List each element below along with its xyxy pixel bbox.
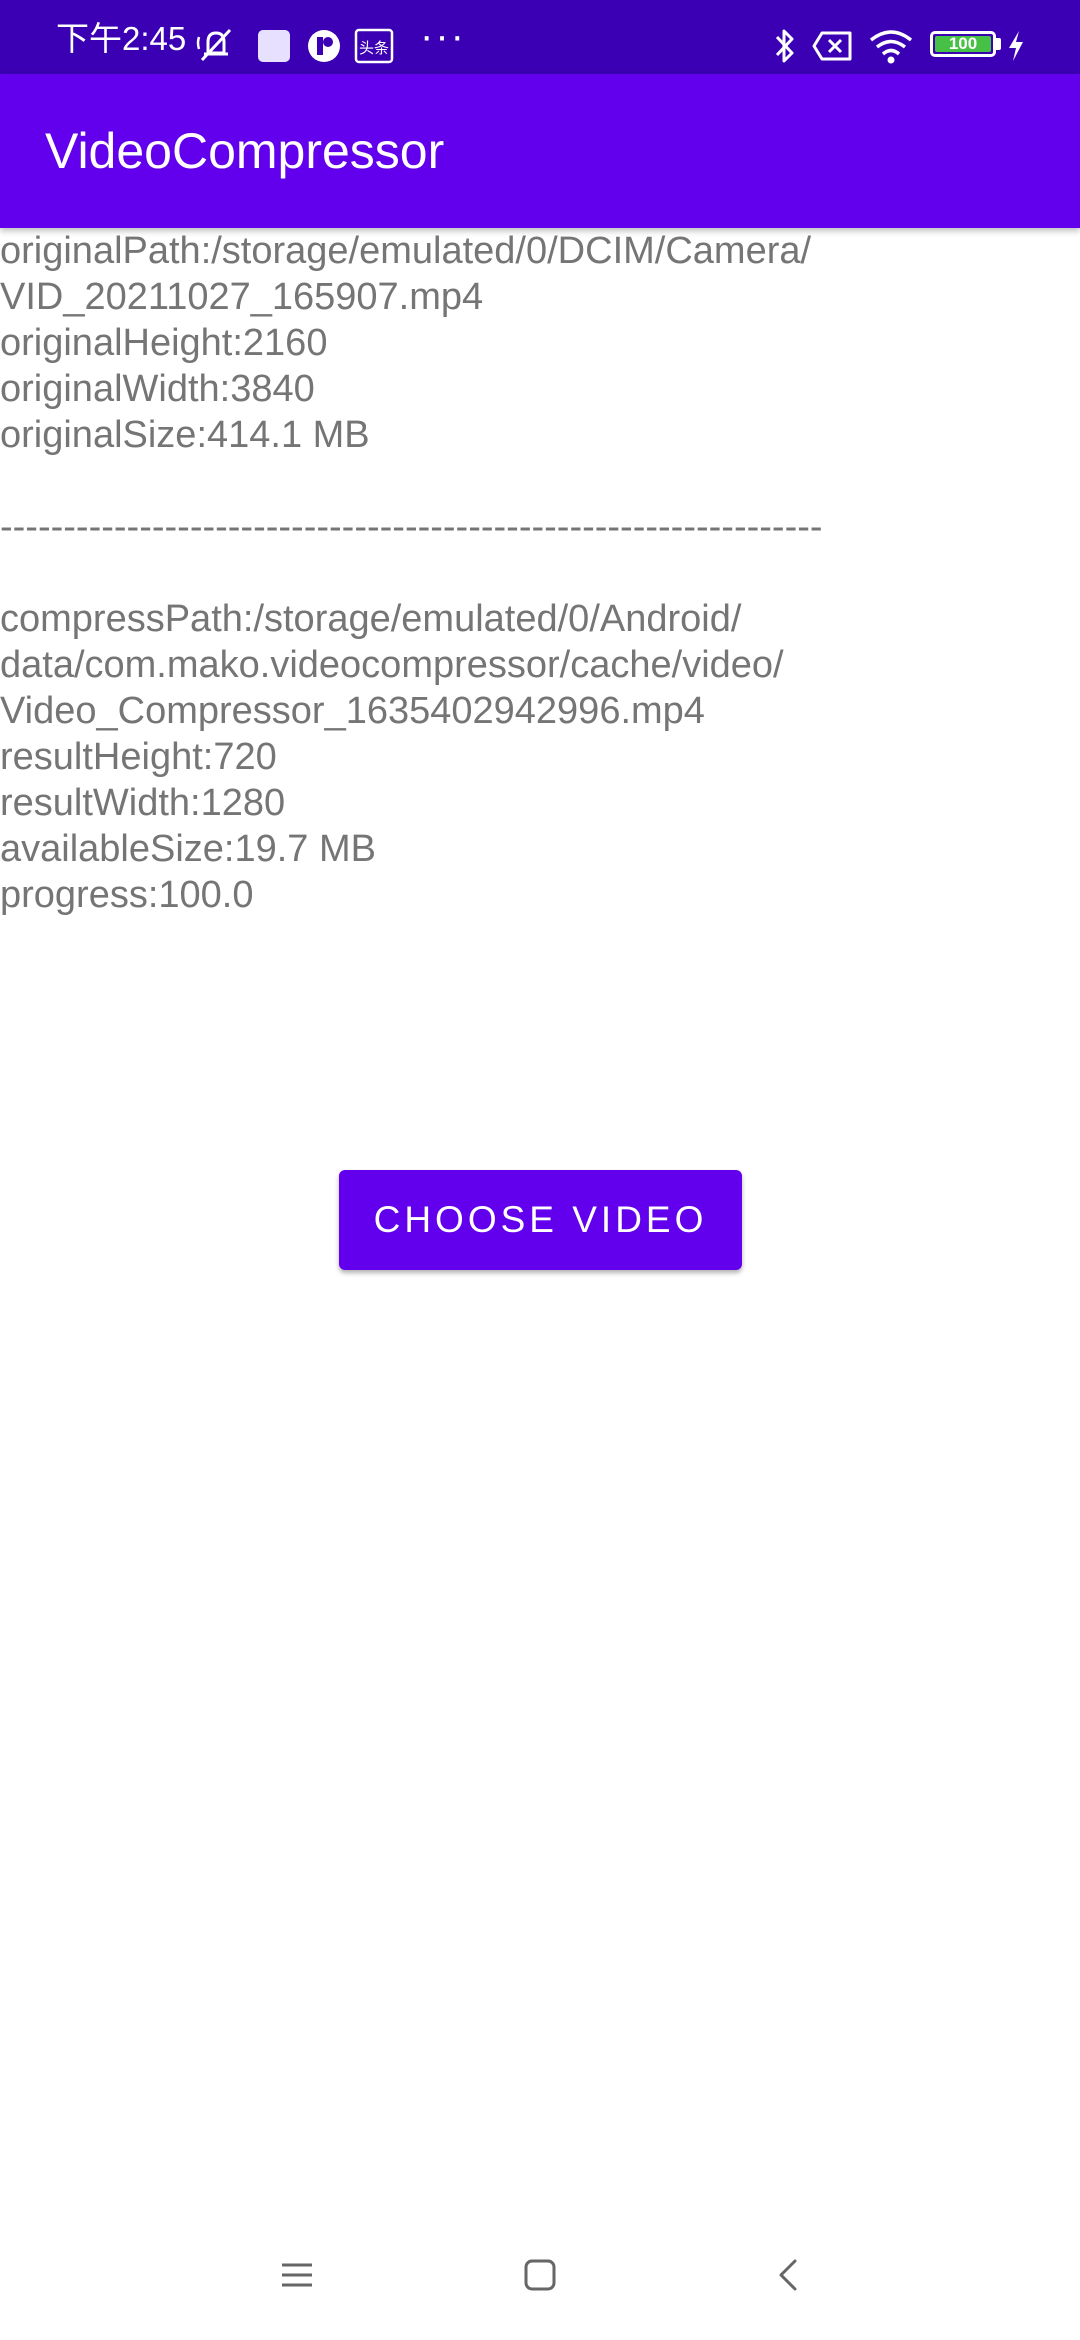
charging-icon <box>1006 30 1026 67</box>
compress-path-line-3: Video_Compressor_1635402942996.mp4 <box>0 690 705 732</box>
toutiao-icon: 头条 <box>354 28 394 69</box>
back-icon[interactable] <box>772 2258 806 2297</box>
original-height: originalHeight:2160 <box>0 322 328 364</box>
menu-icon[interactable] <box>280 2258 314 2297</box>
progress-text: progress:100.0 <box>0 874 254 916</box>
svg-text:头条: 头条 <box>359 39 389 57</box>
battery-tip <box>996 38 1001 50</box>
wifi-icon <box>868 28 914 69</box>
battery-level: 100 <box>935 35 991 52</box>
sim-x-icon <box>812 30 854 67</box>
info-text: originalPath:/storage/emulated/0/DCIM/Ca… <box>0 228 1080 918</box>
app-notification-icon <box>306 28 342 69</box>
app-title: VideoCompressor <box>45 123 445 179</box>
status-time: 下午2:45 <box>56 20 187 57</box>
status-bar: 下午2:45 头条 ··· 100 <box>0 0 1080 74</box>
battery-icon: 100 <box>930 31 996 57</box>
original-path-line-1: originalPath:/storage/emulated/0/DCIM/Ca… <box>0 230 812 272</box>
original-width: originalWidth:3840 <box>0 368 315 410</box>
separator: ----------------------------------------… <box>0 506 823 548</box>
original-size: originalSize:414.1 MB <box>0 414 370 456</box>
home-icon[interactable] <box>523 2258 557 2297</box>
result-height: resultHeight:720 <box>0 736 277 778</box>
app-bar: VideoCompressor <box>0 74 1080 228</box>
mute-bell-icon <box>196 27 236 68</box>
compress-path-line-1: compressPath:/storage/emulated/0/Android… <box>0 598 742 640</box>
more-icon: ··· <box>420 14 466 58</box>
choose-video-button[interactable]: CHOOSE VIDEO <box>339 1170 742 1270</box>
square-notification-icon <box>256 28 292 69</box>
navigation-bar <box>0 2220 1080 2340</box>
result-width: resultWidth:1280 <box>0 782 286 824</box>
bluetooth-icon <box>772 26 798 71</box>
compress-path-line-2: data/com.mako.videocompressor/cache/vide… <box>0 644 784 686</box>
original-path-line-2: VID_20211027_165907.mp4 <box>0 276 484 318</box>
available-size: availableSize:19.7 MB <box>0 828 376 870</box>
